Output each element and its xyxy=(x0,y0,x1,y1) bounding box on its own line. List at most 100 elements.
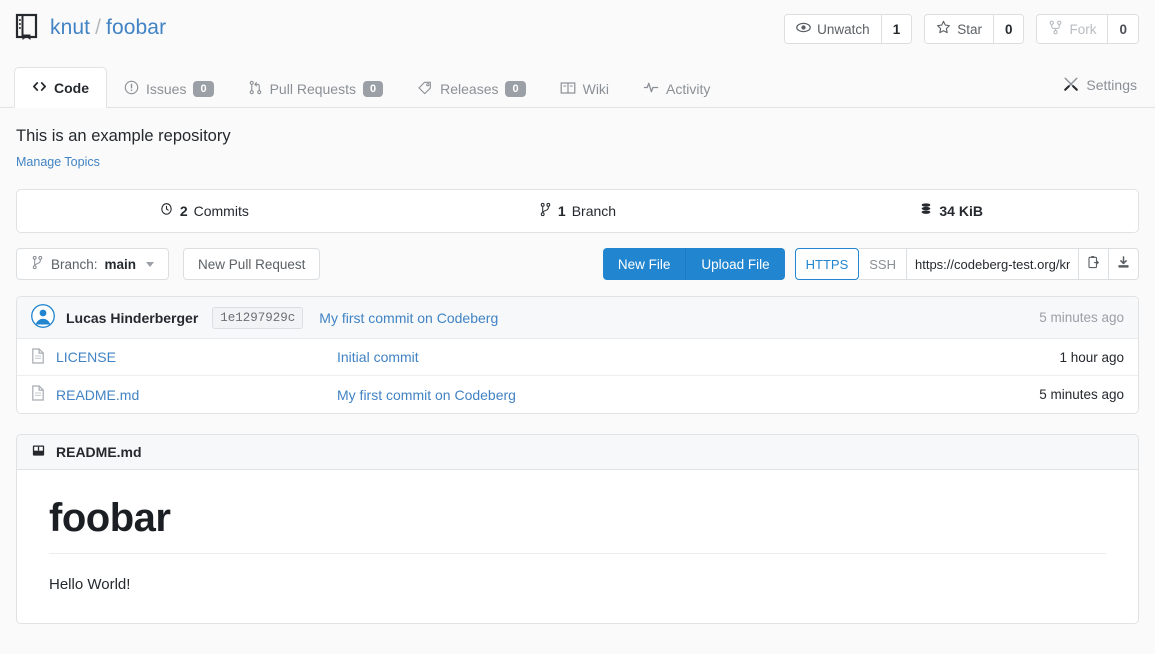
pulse-icon xyxy=(643,80,659,98)
file-icon xyxy=(31,348,45,367)
tab-settings-label: Settings xyxy=(1086,77,1137,93)
breadcrumb: knut/foobar xyxy=(14,13,166,41)
copy-clone-url-button[interactable] xyxy=(1079,248,1109,280)
fork-icon xyxy=(1048,20,1063,38)
download-icon xyxy=(1116,255,1131,273)
repo-book-icon xyxy=(14,13,40,41)
tab-activity[interactable]: Activity xyxy=(626,70,727,108)
tab-code[interactable]: Code xyxy=(14,67,107,108)
file-commit-time: 1 hour ago xyxy=(1059,350,1124,365)
clock-commit-icon xyxy=(159,202,174,220)
repository-toolbar: Branch: main New Pull Request New File U… xyxy=(16,248,1139,280)
file-row-content: LICENSE Initial commit xyxy=(31,348,1059,367)
tab-issues[interactable]: Issues 0 xyxy=(107,70,231,108)
clipboard-copy-icon xyxy=(1086,255,1101,273)
star-button-group[interactable]: Star 0 xyxy=(924,14,1024,44)
clone-url-input[interactable] xyxy=(907,248,1079,280)
branch-icon xyxy=(539,202,552,220)
file-icon xyxy=(31,385,45,404)
branches-count: 1 xyxy=(558,203,566,219)
tab-releases[interactable]: Releases 0 xyxy=(400,70,543,108)
download-archive-button[interactable] xyxy=(1109,248,1139,280)
protocol-https-button[interactable]: HTTPS xyxy=(795,248,860,280)
latest-commit-header: Lucas Hinderberger 1e1297929c My first c… xyxy=(17,297,1138,339)
tag-icon xyxy=(417,80,433,98)
branch-selector[interactable]: Branch: main xyxy=(16,248,169,280)
readme-panel: README.md foobar Hello World! xyxy=(16,434,1139,624)
commits-stat[interactable]: 2 Commits xyxy=(17,202,391,220)
fork-button-group: Fork 0 xyxy=(1036,14,1139,44)
star-label: Star xyxy=(957,22,982,37)
tab-issues-label: Issues xyxy=(146,81,186,97)
readme-filename: README.md xyxy=(56,444,142,460)
branches-stat[interactable]: 1 Branch xyxy=(391,202,765,220)
tab-wiki-label: Wiki xyxy=(583,81,609,97)
file-row-content: README.md My first commit on Codeberg xyxy=(31,385,1039,404)
branch-selector-prefix: Branch: xyxy=(51,257,98,272)
star-button[interactable]: Star xyxy=(925,15,993,43)
fork-label: Fork xyxy=(1069,22,1096,37)
book-icon xyxy=(560,81,576,98)
watch-count[interactable]: 1 xyxy=(881,15,912,43)
fork-count: 0 xyxy=(1107,15,1138,43)
repo-link[interactable]: foobar xyxy=(106,16,166,39)
commit-time: 5 minutes ago xyxy=(1039,310,1124,325)
clone-url-box: HTTPS SSH xyxy=(795,248,1139,280)
table-row[interactable]: LICENSE Initial commit 1 hour ago xyxy=(17,339,1138,376)
new-pull-request-label: New Pull Request xyxy=(198,257,305,272)
file-list-panel: Lucas Hinderberger 1e1297929c My first c… xyxy=(16,296,1139,414)
tab-activity-label: Activity xyxy=(666,81,710,97)
watch-button-group[interactable]: Unwatch 1 xyxy=(784,14,912,44)
chevron-down-icon xyxy=(146,262,154,267)
tab-code-label: Code xyxy=(54,80,89,96)
readme-heading: foobar xyxy=(49,496,1106,554)
repository-stats-bar: 2 Commits 1 Branch 34 KiB xyxy=(16,189,1139,233)
tab-pull-requests-label: Pull Requests xyxy=(270,81,356,97)
code-icon xyxy=(32,79,47,97)
tab-releases-label: Releases xyxy=(440,81,498,97)
releases-count-badge: 0 xyxy=(505,81,525,98)
protocol-ssh-button[interactable]: SSH xyxy=(859,248,907,280)
manage-topics-link[interactable]: Manage Topics xyxy=(16,155,100,169)
upload-file-button[interactable]: Upload File xyxy=(685,248,784,280)
owner-link[interactable]: knut xyxy=(50,16,90,39)
file-commit-message-link[interactable]: Initial commit xyxy=(337,349,419,365)
file-actions-group: New File Upload File xyxy=(603,248,785,280)
file-name-link[interactable]: LICENSE xyxy=(56,349,116,365)
issue-opened-icon xyxy=(124,80,139,98)
tab-settings[interactable]: Settings xyxy=(1046,66,1137,104)
tab-pull-requests[interactable]: Pull Requests 0 xyxy=(231,70,401,108)
tab-wiki[interactable]: Wiki xyxy=(543,70,626,108)
readme-header: README.md xyxy=(17,435,1138,470)
unwatch-button[interactable]: Unwatch xyxy=(785,15,881,43)
book-icon xyxy=(31,443,46,461)
new-file-button[interactable]: New File xyxy=(603,248,686,280)
file-commit-message-link[interactable]: My first commit on Codeberg xyxy=(337,387,516,403)
branch-selector-value: main xyxy=(105,257,137,272)
tools-icon xyxy=(1063,76,1079,95)
fork-button: Fork xyxy=(1037,15,1107,43)
repository-navigation: Code Issues 0 Pull Requests 0 xyxy=(0,62,1155,108)
commit-message-link[interactable]: My first commit on Codeberg xyxy=(319,310,498,326)
settings-tab-container: Settings xyxy=(1046,65,1137,103)
branches-label: Branch xyxy=(572,203,616,219)
git-pull-request-icon xyxy=(248,80,263,98)
repository-page: knut/foobar Unwatch 1 Star xyxy=(0,0,1155,654)
repository-description: This is an example repository xyxy=(16,126,1139,147)
user-avatar-icon xyxy=(31,304,66,331)
file-commit-time: 5 minutes ago xyxy=(1039,387,1124,402)
readme-content: foobar Hello World! xyxy=(17,470,1138,623)
tab-list: Code Issues 0 Pull Requests 0 xyxy=(14,61,727,107)
repository-size-value: 34 KiB xyxy=(939,203,983,219)
new-pull-request-button[interactable]: New Pull Request xyxy=(183,248,320,280)
commit-sha[interactable]: 1e1297929c xyxy=(212,307,303,329)
repository-header: knut/foobar Unwatch 1 Star xyxy=(0,0,1155,62)
table-row[interactable]: README.md My first commit on Codeberg 5 … xyxy=(17,376,1138,413)
clone-controls: New File Upload File HTTPS SSH xyxy=(603,248,1139,280)
file-name-link[interactable]: README.md xyxy=(56,387,139,403)
unwatch-label: Unwatch xyxy=(817,22,870,37)
breadcrumb-separator: / xyxy=(95,16,101,39)
readme-paragraph: Hello World! xyxy=(49,576,1106,593)
star-count[interactable]: 0 xyxy=(993,15,1024,43)
repository-actions: Unwatch 1 Star 0 Fork xyxy=(784,14,1139,44)
